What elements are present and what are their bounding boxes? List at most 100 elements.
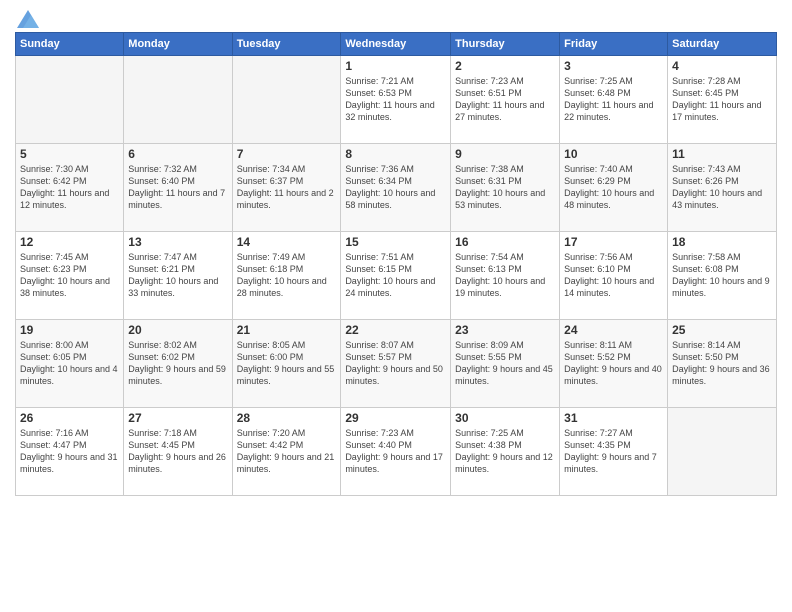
calendar: Sunday Monday Tuesday Wednesday Thursday… [15,32,777,496]
day-number: 4 [672,59,772,73]
table-row: 7 Sunrise: 7:34 AMSunset: 6:37 PMDaylight… [232,144,341,232]
table-row: 6 Sunrise: 7:32 AMSunset: 6:40 PMDaylight… [124,144,232,232]
day-info: Sunrise: 7:16 AMSunset: 4:47 PMDaylight:… [20,427,119,476]
day-number: 7 [237,147,337,161]
day-number: 23 [455,323,555,337]
day-number: 24 [564,323,663,337]
day-number: 12 [20,235,119,249]
day-info: Sunrise: 7:28 AMSunset: 6:45 PMDaylight:… [672,75,772,124]
table-row: 16 Sunrise: 7:54 AMSunset: 6:13 PMDayligh… [451,232,560,320]
day-number: 3 [564,59,663,73]
calendar-week-1: 5 Sunrise: 7:30 AMSunset: 6:42 PMDaylight… [16,144,777,232]
day-info: Sunrise: 7:20 AMSunset: 4:42 PMDaylight:… [237,427,337,476]
col-tuesday: Tuesday [232,33,341,56]
day-number: 1 [345,59,446,73]
day-info: Sunrise: 7:23 AMSunset: 6:51 PMDaylight:… [455,75,555,124]
day-info: Sunrise: 8:07 AMSunset: 5:57 PMDaylight:… [345,339,446,388]
day-info: Sunrise: 7:32 AMSunset: 6:40 PMDaylight:… [128,163,227,212]
day-info: Sunrise: 7:38 AMSunset: 6:31 PMDaylight:… [455,163,555,212]
day-info: Sunrise: 7:21 AMSunset: 6:53 PMDaylight:… [345,75,446,124]
day-number: 19 [20,323,119,337]
day-info: Sunrise: 8:00 AMSunset: 6:05 PMDaylight:… [20,339,119,388]
logo-icon [17,10,39,28]
day-info: Sunrise: 8:11 AMSunset: 5:52 PMDaylight:… [564,339,663,388]
table-row: 11 Sunrise: 7:43 AMSunset: 6:26 PMDayligh… [668,144,777,232]
table-row: 26Sunrise: 7:16 AMSunset: 4:47 PMDayligh… [16,408,124,496]
day-info: Sunrise: 8:09 AMSunset: 5:55 PMDaylight:… [455,339,555,388]
day-number: 2 [455,59,555,73]
day-info: Sunrise: 7:27 AMSunset: 4:35 PMDaylight:… [564,427,663,476]
table-row: 9 Sunrise: 7:38 AMSunset: 6:31 PMDaylight… [451,144,560,232]
day-number: 29 [345,411,446,425]
day-number: 8 [345,147,446,161]
table-row: 2 Sunrise: 7:23 AMSunset: 6:51 PMDaylight… [451,56,560,144]
table-row: 27 Sunrise: 7:18 AMSunset: 4:45 PMDayligh… [124,408,232,496]
table-row: 24 Sunrise: 8:11 AMSunset: 5:52 PMDayligh… [560,320,668,408]
day-info: Sunrise: 7:47 AMSunset: 6:21 PMDaylight:… [128,251,227,300]
day-info: Sunrise: 7:25 AMSunset: 6:48 PMDaylight:… [564,75,663,124]
col-monday: Monday [124,33,232,56]
day-number: 31 [564,411,663,425]
table-row: 13Sunrise: 7:47 AMSunset: 6:21 PMDayligh… [124,232,232,320]
day-number: 14 [237,235,337,249]
day-info: Sunrise: 7:36 AMSunset: 6:34 PMDaylight:… [345,163,446,212]
table-row: 5 Sunrise: 7:30 AMSunset: 6:42 PMDaylight… [16,144,124,232]
table-row: 31 Sunrise: 7:27 AMSunset: 4:35 PMDayligh… [560,408,668,496]
table-row: 22Sunrise: 8:07 AMSunset: 5:57 PMDayligh… [341,320,451,408]
day-number: 6 [128,147,227,161]
day-info: Sunrise: 7:58 AMSunset: 6:08 PMDaylight:… [672,251,772,300]
day-info: Sunrise: 7:30 AMSunset: 6:42 PMDaylight:… [20,163,119,212]
table-row: 4 Sunrise: 7:28 AMSunset: 6:45 PMDaylight… [668,56,777,144]
calendar-week-2: 12 Sunrise: 7:45 AMSunset: 6:23 PMDayligh… [16,232,777,320]
table-row: 3 Sunrise: 7:25 AMSunset: 6:48 PMDaylight… [560,56,668,144]
table-row: 18 Sunrise: 7:58 AMSunset: 6:08 PMDayligh… [668,232,777,320]
day-number: 9 [455,147,555,161]
table-row [232,56,341,144]
table-row: 28 Sunrise: 7:20 AMSunset: 4:42 PMDayligh… [232,408,341,496]
calendar-week-4: 26Sunrise: 7:16 AMSunset: 4:47 PMDayligh… [16,408,777,496]
day-number: 17 [564,235,663,249]
table-row: 23 Sunrise: 8:09 AMSunset: 5:55 PMDayligh… [451,320,560,408]
day-number: 5 [20,147,119,161]
logo [15,10,39,24]
day-number: 18 [672,235,772,249]
day-info: Sunrise: 7:25 AMSunset: 4:38 PMDaylight:… [455,427,555,476]
table-row: 20Sunrise: 8:02 AMSunset: 6:02 PMDayligh… [124,320,232,408]
day-number: 28 [237,411,337,425]
day-info: Sunrise: 7:54 AMSunset: 6:13 PMDaylight:… [455,251,555,300]
day-info: Sunrise: 8:05 AMSunset: 6:00 PMDaylight:… [237,339,337,388]
day-number: 15 [345,235,446,249]
header [15,10,777,24]
table-row: 1 Sunrise: 7:21 AMSunset: 6:53 PMDaylight… [341,56,451,144]
table-row: 19 Sunrise: 8:00 AMSunset: 6:05 PMDayligh… [16,320,124,408]
calendar-week-0: 1 Sunrise: 7:21 AMSunset: 6:53 PMDaylight… [16,56,777,144]
table-row [668,408,777,496]
day-info: Sunrise: 7:34 AMSunset: 6:37 PMDaylight:… [237,163,337,212]
col-thursday: Thursday [451,33,560,56]
table-row: 10 Sunrise: 7:40 AMSunset: 6:29 PMDayligh… [560,144,668,232]
day-info: Sunrise: 7:40 AMSunset: 6:29 PMDaylight:… [564,163,663,212]
page: Sunday Monday Tuesday Wednesday Thursday… [0,0,792,612]
day-number: 21 [237,323,337,337]
day-number: 11 [672,147,772,161]
day-info: Sunrise: 7:23 AMSunset: 4:40 PMDaylight:… [345,427,446,476]
day-info: Sunrise: 7:45 AMSunset: 6:23 PMDaylight:… [20,251,119,300]
day-info: Sunrise: 7:18 AMSunset: 4:45 PMDaylight:… [128,427,227,476]
col-friday: Friday [560,33,668,56]
day-info: Sunrise: 8:02 AMSunset: 6:02 PMDaylight:… [128,339,227,388]
table-row: 12 Sunrise: 7:45 AMSunset: 6:23 PMDayligh… [16,232,124,320]
col-sunday: Sunday [16,33,124,56]
day-number: 16 [455,235,555,249]
day-number: 10 [564,147,663,161]
table-row: 8 Sunrise: 7:36 AMSunset: 6:34 PMDaylight… [341,144,451,232]
day-info: Sunrise: 7:43 AMSunset: 6:26 PMDaylight:… [672,163,772,212]
day-number: 25 [672,323,772,337]
calendar-header-row: Sunday Monday Tuesday Wednesday Thursday… [16,33,777,56]
table-row: 25Sunrise: 8:14 AMSunset: 5:50 PMDayligh… [668,320,777,408]
day-info: Sunrise: 7:51 AMSunset: 6:15 PMDaylight:… [345,251,446,300]
col-saturday: Saturday [668,33,777,56]
table-row [124,56,232,144]
day-number: 30 [455,411,555,425]
day-number: 27 [128,411,227,425]
day-info: Sunrise: 7:56 AMSunset: 6:10 PMDaylight:… [564,251,663,300]
